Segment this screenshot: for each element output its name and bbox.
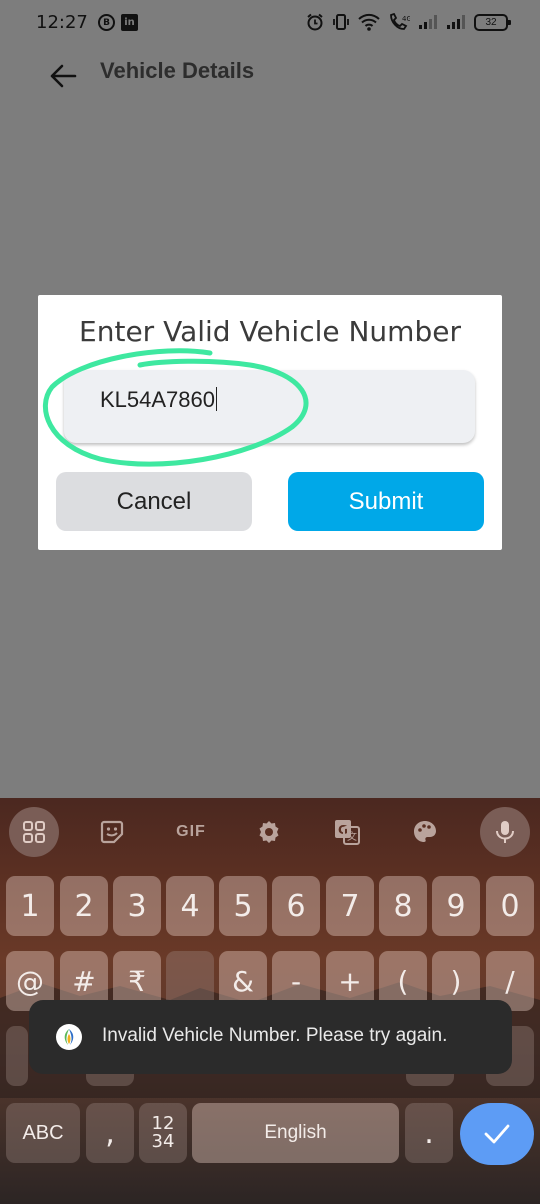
apps-button[interactable] <box>9 807 59 857</box>
key[interactable]: 6 <box>272 876 320 936</box>
vehicle-number-value: KL54A7860 <box>100 387 217 412</box>
system-icons: 4G 32 <box>306 13 511 31</box>
cancel-button[interactable]: Cancel <box>56 472 252 531</box>
toast-message: Invalid Vehicle Number. Please try again… <box>102 1025 448 1046</box>
vibrate-icon <box>333 14 349 30</box>
key[interactable]: 9 <box>432 876 480 936</box>
svg-text:4G: 4G <box>402 15 410 23</box>
signal-icon <box>419 15 437 29</box>
alarm-icon <box>307 13 323 31</box>
key[interactable]: 3 <box>113 876 161 936</box>
key[interactable]: 5 <box>219 876 267 936</box>
status-time: 12:27 <box>36 12 88 33</box>
key[interactable]: 1 <box>6 876 54 936</box>
numpad-key-bottom: 34 <box>151 1131 175 1152</box>
call-icon: 4G <box>390 13 410 30</box>
keyboard-toolbar: GIF G文 <box>0 798 540 864</box>
arrow-left-icon <box>50 64 77 88</box>
theme-button[interactable] <box>400 807 450 857</box>
linkedin-icon: in <box>121 14 138 31</box>
key[interactable]: 0 <box>486 876 534 936</box>
key[interactable]: 7 <box>326 876 374 936</box>
wifi-icon <box>358 13 380 31</box>
translate-button[interactable]: G文 <box>322 807 372 857</box>
text-caret <box>216 387 217 411</box>
numpad-key[interactable]: 12 34 <box>139 1103 187 1163</box>
back-button[interactable] <box>44 58 82 94</box>
period-key[interactable]: . <box>405 1103 453 1163</box>
settings-button[interactable] <box>244 807 294 857</box>
sticker-icon <box>100 820 124 844</box>
space-key[interactable]: English <box>192 1103 399 1163</box>
enter-key[interactable] <box>460 1103 534 1165</box>
page-title: Vehicle Details <box>100 58 255 83</box>
comma-key[interactable]: , <box>86 1103 134 1163</box>
mic-icon <box>496 821 514 843</box>
submit-button[interactable]: Submit <box>288 472 484 531</box>
key[interactable]: 8 <box>379 876 427 936</box>
b-circle-icon: B <box>98 14 115 31</box>
app-logo-icon <box>56 1024 82 1050</box>
key[interactable]: 2 <box>60 876 108 936</box>
vehicle-number-dialog: Enter Valid Vehicle Number KL54A7860 Can… <box>38 295 502 550</box>
apps-icon <box>23 821 45 843</box>
voice-input-button[interactable] <box>480 807 530 857</box>
gif-label: GIF <box>176 823 206 840</box>
status-bar: 12:27 B in 4G 32 <box>0 0 540 48</box>
translate-icon: G文 <box>335 820 360 845</box>
toast-notification: Invalid Vehicle Number. Please try again… <box>29 1000 512 1074</box>
app-bar: Vehicle Details <box>0 48 540 104</box>
battery-icon: 32 <box>474 13 511 31</box>
abc-key[interactable]: ABC <box>6 1103 80 1163</box>
signal-icon <box>447 15 465 29</box>
key[interactable]: 4 <box>166 876 214 936</box>
key[interactable] <box>6 1026 28 1086</box>
palette-icon <box>414 821 436 842</box>
vehicle-number-input[interactable]: KL54A7860 <box>64 370 475 443</box>
sticker-button[interactable] <box>87 807 137 857</box>
svg-text:文: 文 <box>347 830 357 843</box>
notification-icons: B in <box>98 14 138 31</box>
settings-icon <box>259 821 279 843</box>
check-icon <box>484 1124 510 1144</box>
dialog-title: Enter Valid Vehicle Number <box>79 315 461 348</box>
gif-button[interactable]: GIF <box>166 807 216 857</box>
